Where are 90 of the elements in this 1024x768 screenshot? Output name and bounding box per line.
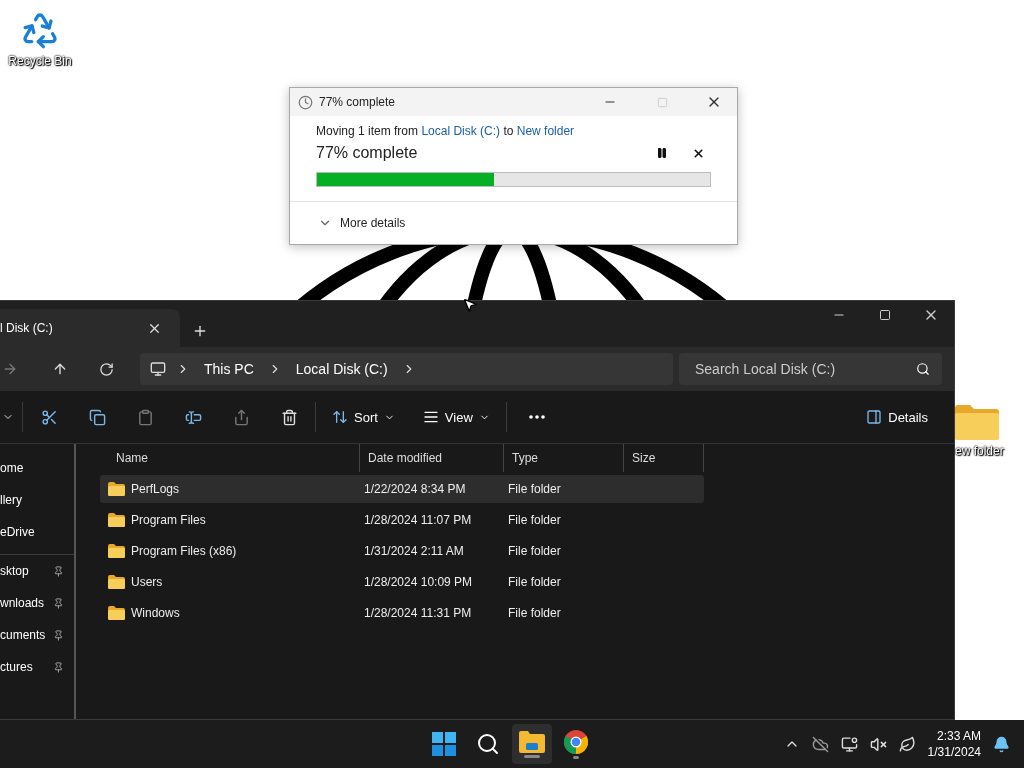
more-icon bbox=[528, 415, 545, 419]
type-cell-text: File folder bbox=[507, 543, 562, 560]
date-cell-text: 1/22/2024 8:34 PM bbox=[363, 481, 467, 498]
date-cell-text: 1/31/2024 2:11 AM bbox=[363, 543, 465, 560]
column-header[interactable]: Date modified bbox=[360, 444, 504, 472]
windows-logo-icon bbox=[432, 732, 456, 756]
pin-icon bbox=[53, 661, 64, 673]
desktop-icon-label[interactable]: ew folder bbox=[955, 444, 1004, 458]
pin-icon bbox=[53, 565, 64, 577]
rename-icon bbox=[184, 408, 202, 426]
share-icon bbox=[232, 408, 250, 426]
notification-bell-icon[interactable] bbox=[993, 735, 1010, 753]
folder-icon bbox=[108, 482, 125, 496]
type-cell-text: File folder bbox=[507, 574, 562, 591]
view-button[interactable]: View bbox=[412, 401, 500, 433]
file-row[interactable]: PerfLogs 1/22/2024 8:34 PM File folder bbox=[100, 475, 704, 503]
search-icon bbox=[916, 362, 930, 376]
type-cell-text: File folder bbox=[507, 512, 562, 529]
source-link[interactable]: Local Disk (C:) bbox=[421, 124, 501, 138]
mouse-pointer-icon bbox=[462, 297, 478, 313]
recycle-bin-icon[interactable] bbox=[20, 10, 60, 50]
destination-link[interactable]: New folder bbox=[516, 124, 575, 138]
scissors-icon bbox=[40, 408, 58, 426]
clock-icon bbox=[298, 94, 313, 110]
sidebar-item[interactable]: eDrive bbox=[0, 516, 74, 548]
copy-icon bbox=[88, 408, 106, 426]
computer-icon bbox=[150, 361, 166, 377]
desktop-icon-label[interactable]: Recycle Bin bbox=[8, 54, 72, 68]
file-row[interactable]: Users 1/28/2024 10:09 PM File folder bbox=[100, 568, 704, 596]
more-details-button[interactable]: More details bbox=[318, 216, 406, 230]
file-name: Program Files bbox=[131, 513, 206, 527]
folder-icon bbox=[108, 606, 125, 620]
sidebar-item[interactable]: wnloads bbox=[0, 587, 74, 619]
taskbar-app-button[interactable] bbox=[512, 724, 552, 764]
pin-icon bbox=[53, 629, 64, 641]
sort-icon bbox=[332, 409, 348, 425]
sidebar-item[interactable]: llery bbox=[0, 484, 74, 516]
file-row[interactable]: Program Files (x86) 1/31/2024 2:11 AM File folder bbox=[100, 537, 704, 565]
explorer-tab[interactable]: l Disk (C:) bbox=[0, 309, 180, 347]
folder-icon bbox=[108, 544, 125, 558]
sidebar-item[interactable]: sktop bbox=[0, 555, 74, 587]
breadcrumb-item[interactable]: Local Disk (C:) bbox=[291, 361, 392, 377]
clipboard-icon bbox=[136, 408, 154, 426]
folder-icon bbox=[519, 730, 545, 753]
details-button[interactable]: Details bbox=[856, 401, 938, 433]
file-row[interactable]: Windows 1/28/2024 11:31 PM File folder bbox=[100, 599, 704, 627]
pin-icon bbox=[53, 597, 64, 609]
volume-muted-icon[interactable] bbox=[869, 735, 887, 753]
trash-icon bbox=[280, 408, 298, 426]
search-input[interactable]: Search Local Disk (C:) bbox=[693, 360, 916, 378]
maximize-icon bbox=[656, 96, 668, 108]
close-icon bbox=[691, 146, 705, 160]
progress-message: Moving 1 item from Local Disk (C:) to New folder bbox=[316, 124, 576, 138]
sidebar-item[interactable]: ome bbox=[0, 452, 74, 484]
type-cell-text: File folder bbox=[507, 481, 562, 498]
date-cell-text: 1/28/2024 10:09 PM bbox=[363, 574, 474, 591]
progress-status: 77% complete bbox=[316, 144, 419, 162]
file-name: Program Files (x86) bbox=[131, 544, 237, 558]
sidebar-item[interactable]: ctures bbox=[0, 651, 74, 683]
search-field[interactable]: Search Local Disk (C:) bbox=[679, 353, 942, 385]
dialog-title: 77% complete bbox=[319, 95, 397, 109]
breadcrumb-item[interactable]: This PC bbox=[200, 361, 258, 377]
date-cell-text: 1/28/2024 11:31 PM bbox=[363, 605, 473, 622]
column-header[interactable]: Name bbox=[100, 444, 360, 472]
file-row[interactable]: Program Files 1/28/2024 11:07 PM File folder bbox=[100, 506, 704, 534]
date-cell-text: 1/28/2024 11:07 PM bbox=[363, 512, 473, 529]
folder-icon bbox=[108, 575, 125, 589]
sidebar-item[interactable]: cuments bbox=[0, 619, 74, 651]
folder-icon bbox=[108, 513, 125, 527]
refresh-icon bbox=[98, 361, 114, 377]
file-name: PerfLogs bbox=[131, 482, 180, 496]
search-icon bbox=[476, 732, 500, 756]
clock[interactable]: 2:33 AM 1/31/2024 bbox=[927, 728, 981, 760]
file-name: Users bbox=[131, 575, 163, 589]
pause-icon bbox=[656, 147, 668, 159]
plus-icon bbox=[192, 323, 208, 339]
maximize-icon bbox=[879, 309, 891, 321]
address-bar[interactable]: This PC Local Disk (C:) bbox=[140, 353, 673, 385]
cloud-off-icon[interactable] bbox=[811, 735, 829, 753]
arrow-up-icon bbox=[52, 361, 68, 377]
network-icon[interactable] bbox=[840, 735, 858, 753]
sort-button[interactable]: Sort bbox=[322, 401, 405, 433]
panel-icon bbox=[866, 409, 883, 425]
column-header[interactable]: Size bbox=[624, 444, 704, 472]
file-name: Windows bbox=[131, 606, 180, 620]
lines-icon bbox=[422, 409, 439, 425]
column-header[interactable]: Type bbox=[504, 444, 624, 472]
browser-icon bbox=[564, 729, 588, 754]
type-cell-text: File folder bbox=[507, 605, 562, 622]
leaf-icon[interactable] bbox=[898, 735, 916, 753]
